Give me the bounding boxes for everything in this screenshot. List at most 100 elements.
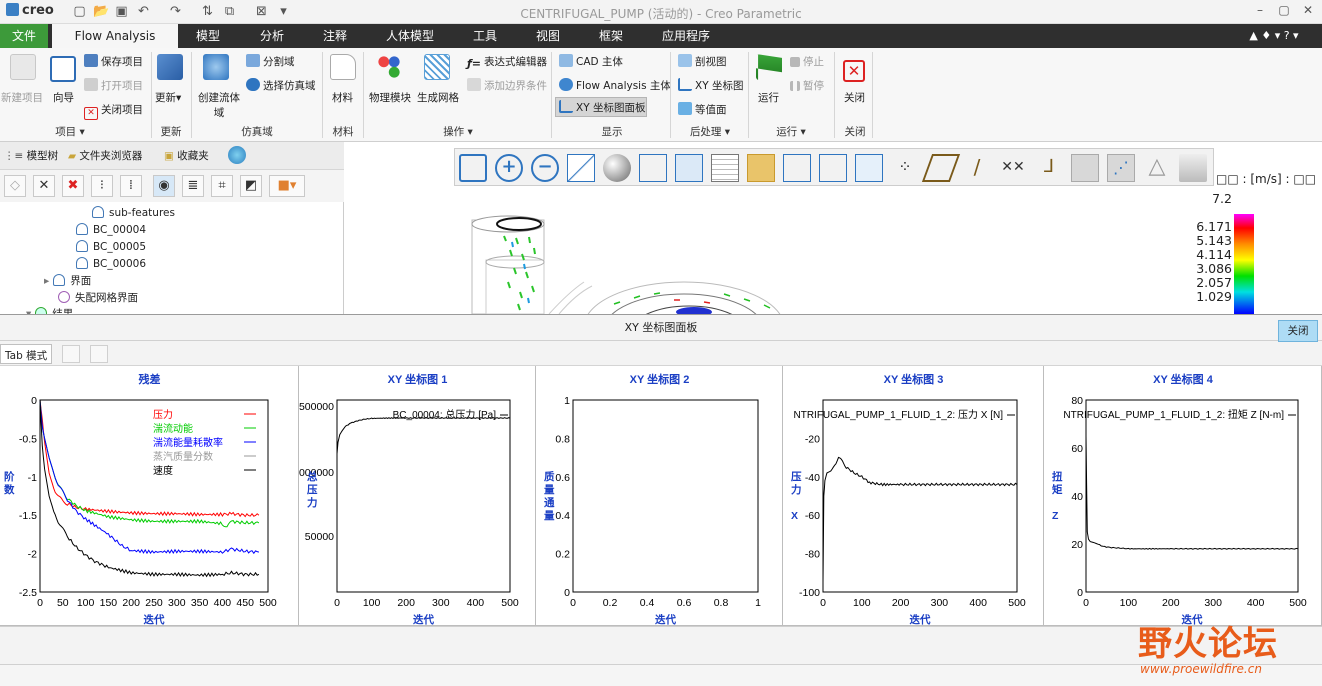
material-button[interactable]: 材料 [332, 90, 353, 105]
view-orientation-icon[interactable] [819, 154, 847, 182]
layer-icon[interactable]: ◇ [4, 175, 26, 197]
update-button[interactable]: 更新▾ [155, 90, 181, 105]
isosurface-button[interactable]: 等值面 [678, 102, 727, 117]
save-plot-icon[interactable] [90, 345, 108, 363]
close-project-button[interactable]: ✕ 关闭项目 [84, 102, 143, 120]
group-run-label[interactable]: 运行 ▾ [766, 124, 816, 139]
shade-icon[interactable] [1179, 154, 1207, 182]
view-manager-icon[interactable] [675, 154, 703, 182]
chart-residuals[interactable]: 残差 0 50 100 150 200 250 300 350 400 450 500 0 -0.5 -1 -… [0, 366, 299, 626]
x-tick-label: 100 [1120, 597, 1138, 609]
tab-analysis[interactable]: 分析 [250, 24, 294, 48]
section-view-button[interactable]: 剖视图 [678, 54, 727, 69]
expand-arrow-icon[interactable]: ▸ [44, 275, 49, 287]
create-flow-domain-button[interactable]: 创建流体域 [197, 90, 241, 120]
tab-framework[interactable]: 框架 [589, 24, 633, 48]
delete-icon[interactable]: ✕ [33, 175, 55, 197]
tab-tools[interactable]: 工具 [463, 24, 507, 48]
section-display-icon[interactable] [855, 154, 883, 182]
chart-xy-plot-4[interactable]: XY 坐标图 4 0 100 200 300 400 500 0 20 40 60 80 迭代 扭矩 ZN… [1044, 366, 1322, 626]
tab-file[interactable]: 文件 [0, 24, 48, 48]
group-operation-label[interactable]: 操作 ▾ [420, 124, 496, 139]
close-button[interactable]: 关闭 [844, 90, 865, 105]
tab-folder-browser[interactable]: ▰ 文件夹浏览器 [68, 148, 142, 163]
y-tick-label: 50000 [305, 531, 334, 543]
stop-button[interactable]: 停止 [790, 54, 824, 69]
chart-xy-plot-2[interactable]: XY 坐标图 2 0 0.2 0.4 0.6 0.8 1 0 0.2 0.4 0.6 0.8 1 迭代 质量… [536, 366, 783, 626]
save-project-button[interactable]: 保存项目 [84, 54, 143, 69]
group-project-label[interactable]: 项目 ▾ [40, 124, 100, 139]
generate-mesh-button[interactable]: 生成网格 [417, 90, 459, 105]
expand-tree-icon[interactable]: ⁞ [120, 175, 142, 197]
y-tick-label: 0.6 [555, 472, 570, 484]
run-button[interactable]: 运行 [758, 90, 779, 105]
select-tree-icon[interactable]: ⁝ [91, 175, 113, 197]
wizard-button[interactable]: 向导 [53, 90, 74, 105]
mesh-view-icon[interactable]: ⌗ [211, 175, 233, 197]
tree-item-mismatch-mesh[interactable]: 失配网格界面 [58, 290, 138, 305]
xy-close-button[interactable]: 关闭 [1278, 320, 1318, 342]
chart-xy-plot-1[interactable]: XY 坐标图 1 0 100 200 300 400 500 500000 000000 5000… [299, 366, 536, 626]
new-project-button[interactable]: 新建项目 [1, 90, 43, 105]
close-icon[interactable]: ✕ [1298, 3, 1318, 21]
select-sim-domain-button[interactable]: 选择仿真域 [246, 78, 316, 93]
tab-favorites[interactable]: ▣ 收藏夹 [164, 148, 209, 163]
repaint-icon[interactable] [567, 154, 595, 182]
add-boundary-button[interactable]: 添加边界条件 [467, 78, 547, 93]
refit-icon[interactable] [459, 154, 487, 182]
display-style-icon[interactable] [603, 154, 631, 182]
group-postprocess-label[interactable]: 后处理 ▾ [678, 124, 742, 139]
tab-applications[interactable]: 应用程序 [652, 24, 720, 48]
zoom-out-icon[interactable]: − [531, 154, 559, 182]
tab-flow-analysis[interactable]: Flow Analysis [52, 24, 178, 48]
tab-model[interactable]: 模型 [186, 24, 230, 48]
maximize-icon[interactable]: ▢ [1274, 3, 1294, 21]
triangle-icon[interactable]: △ [1143, 154, 1171, 182]
tree-item-bc-00006[interactable]: BC_00006 [76, 257, 146, 270]
tree-item-interface[interactable]: ▸ 界面 [44, 273, 91, 288]
datum-planes-icon[interactable] [921, 154, 961, 182]
x-tick-label: 400 [1247, 597, 1265, 609]
spin-center-icon[interactable] [783, 154, 811, 182]
tree-item-sub-features[interactable]: sub-features [92, 206, 175, 219]
delete-all-icon[interactable]: ✖ [62, 175, 84, 197]
section-view-icon [678, 54, 692, 67]
tree-item-bc-00004[interactable]: BC_00004 [76, 223, 146, 236]
chart-xy-plot-3[interactable]: XY 坐标图 3 0 100 200 300 400 500 -100 -80 -60 -40 -20… [783, 366, 1044, 626]
globe-icon[interactable] [228, 146, 246, 164]
show-eye-icon[interactable]: ◉ [153, 175, 175, 197]
split-domain-button[interactable]: 分割域 [246, 54, 295, 69]
appearance-dropdown-icon[interactable]: ■▾ [269, 175, 305, 197]
y-tick-label: -20 [805, 433, 820, 445]
expression-editor-button[interactable]: ƒ= 表达式编辑器 [467, 54, 547, 71]
perspective-icon[interactable] [711, 154, 739, 182]
datum-axes-icon[interactable]: / [963, 154, 991, 182]
tab-human-model[interactable]: 人体模型 [378, 24, 442, 48]
annotation-plane-icon[interactable] [1071, 154, 1099, 182]
physics-module-button[interactable]: 物理模块 [369, 90, 411, 105]
zoom-in-icon[interactable]: + [495, 154, 523, 182]
xy-plot-button[interactable]: XY 坐标图 [678, 78, 743, 93]
point-symbols-icon[interactable]: ✕✕ [999, 154, 1027, 182]
cad-body-button[interactable]: CAD 主体 [559, 54, 623, 69]
open-project-button[interactable]: 打开项目 [84, 78, 143, 93]
xy-panel-button[interactable]: XY 坐标图面板 [559, 100, 645, 115]
coordinate-system-icon[interactable]: ⅃ [1035, 154, 1063, 182]
tab-view[interactable]: 视图 [526, 24, 570, 48]
tab-annotate[interactable]: 注释 [313, 24, 357, 48]
flow-lines-icon[interactable]: ⋰ [1107, 154, 1135, 182]
flow-body-button[interactable]: Flow Analysis 主体 [559, 78, 671, 93]
tree-item-bc-00005[interactable]: BC_00005 [76, 240, 146, 253]
x-axis-label: 迭代 [413, 613, 434, 626]
filter-icon[interactable]: ≣ [182, 175, 204, 197]
copy-icon[interactable] [62, 345, 80, 363]
annotation-display-icon[interactable] [747, 154, 775, 182]
datum-points-icon[interactable]: ⁘ [891, 154, 919, 182]
saved-views-icon[interactable] [639, 154, 667, 182]
minimize-icon[interactable]: – [1250, 3, 1270, 21]
pause-button[interactable]: 暂停 [790, 78, 824, 93]
help-icons[interactable]: ▲ ♦ ▾ ? ▾ [1230, 24, 1318, 48]
tab-model-tree[interactable]: ⋮≡ 模型树 [4, 148, 58, 163]
section-icon[interactable]: ◩ [240, 175, 262, 197]
tab-mode-button[interactable]: Tab 模式 [0, 344, 53, 364]
